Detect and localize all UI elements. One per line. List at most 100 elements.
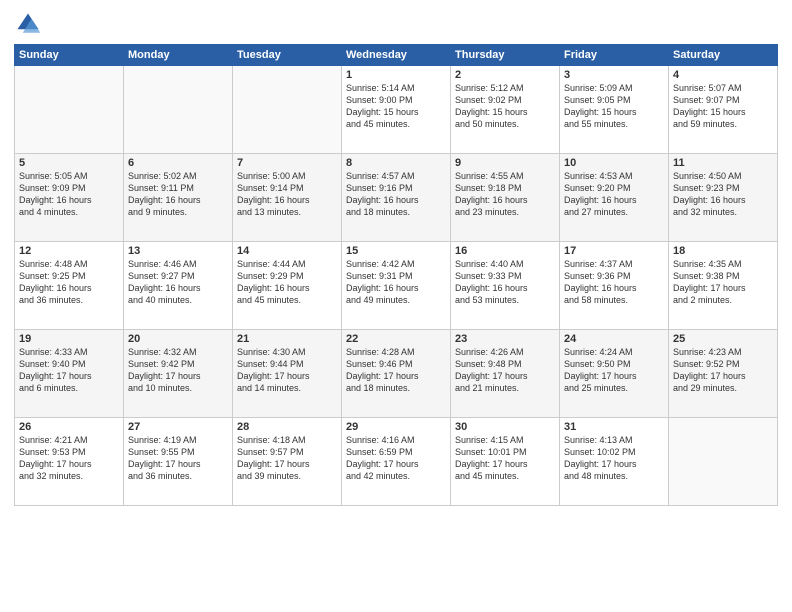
day-number: 14 [237, 245, 337, 257]
day-number: 21 [237, 333, 337, 345]
weekday-sunday: Sunday [15, 45, 124, 66]
logo-icon [14, 10, 42, 38]
day-info: Sunrise: 4:16 AM Sunset: 6:59 PM Dayligh… [346, 434, 446, 483]
weekday-monday: Monday [124, 45, 233, 66]
day-info: Sunrise: 4:42 AM Sunset: 9:31 PM Dayligh… [346, 258, 446, 307]
day-cell-21: 21Sunrise: 4:30 AM Sunset: 9:44 PM Dayli… [233, 330, 342, 418]
day-number: 23 [455, 333, 555, 345]
weekday-saturday: Saturday [669, 45, 778, 66]
day-info: Sunrise: 4:26 AM Sunset: 9:48 PM Dayligh… [455, 346, 555, 395]
day-number: 15 [346, 245, 446, 257]
calendar-page: SundayMondayTuesdayWednesdayThursdayFrid… [0, 0, 792, 612]
day-number: 20 [128, 333, 228, 345]
day-info: Sunrise: 4:24 AM Sunset: 9:50 PM Dayligh… [564, 346, 664, 395]
day-info: Sunrise: 4:57 AM Sunset: 9:16 PM Dayligh… [346, 170, 446, 219]
empty-cell [124, 66, 233, 154]
day-info: Sunrise: 4:28 AM Sunset: 9:46 PM Dayligh… [346, 346, 446, 395]
logo [14, 10, 46, 38]
day-number: 3 [564, 69, 664, 81]
day-info: Sunrise: 5:07 AM Sunset: 9:07 PM Dayligh… [673, 82, 773, 131]
week-row-1: 1Sunrise: 5:14 AM Sunset: 9:00 PM Daylig… [15, 66, 778, 154]
day-cell-15: 15Sunrise: 4:42 AM Sunset: 9:31 PM Dayli… [342, 242, 451, 330]
day-cell-3: 3Sunrise: 5:09 AM Sunset: 9:05 PM Daylig… [560, 66, 669, 154]
day-info: Sunrise: 4:30 AM Sunset: 9:44 PM Dayligh… [237, 346, 337, 395]
week-row-2: 5Sunrise: 5:05 AM Sunset: 9:09 PM Daylig… [15, 154, 778, 242]
day-cell-4: 4Sunrise: 5:07 AM Sunset: 9:07 PM Daylig… [669, 66, 778, 154]
weekday-friday: Friday [560, 45, 669, 66]
day-info: Sunrise: 5:14 AM Sunset: 9:00 PM Dayligh… [346, 82, 446, 131]
day-number: 17 [564, 245, 664, 257]
day-number: 11 [673, 157, 773, 169]
weekday-header-row: SundayMondayTuesdayWednesdayThursdayFrid… [15, 45, 778, 66]
day-cell-27: 27Sunrise: 4:19 AM Sunset: 9:55 PM Dayli… [124, 418, 233, 506]
weekday-tuesday: Tuesday [233, 45, 342, 66]
day-info: Sunrise: 4:15 AM Sunset: 10:01 PM Daylig… [455, 434, 555, 483]
day-number: 4 [673, 69, 773, 81]
day-info: Sunrise: 5:12 AM Sunset: 9:02 PM Dayligh… [455, 82, 555, 131]
week-row-4: 19Sunrise: 4:33 AM Sunset: 9:40 PM Dayli… [15, 330, 778, 418]
day-cell-22: 22Sunrise: 4:28 AM Sunset: 9:46 PM Dayli… [342, 330, 451, 418]
day-info: Sunrise: 4:44 AM Sunset: 9:29 PM Dayligh… [237, 258, 337, 307]
day-cell-12: 12Sunrise: 4:48 AM Sunset: 9:25 PM Dayli… [15, 242, 124, 330]
day-number: 10 [564, 157, 664, 169]
day-cell-2: 2Sunrise: 5:12 AM Sunset: 9:02 PM Daylig… [451, 66, 560, 154]
day-number: 16 [455, 245, 555, 257]
day-number: 7 [237, 157, 337, 169]
day-info: Sunrise: 4:13 AM Sunset: 10:02 PM Daylig… [564, 434, 664, 483]
empty-cell [15, 66, 124, 154]
day-number: 29 [346, 421, 446, 433]
day-cell-10: 10Sunrise: 4:53 AM Sunset: 9:20 PM Dayli… [560, 154, 669, 242]
day-info: Sunrise: 5:00 AM Sunset: 9:14 PM Dayligh… [237, 170, 337, 219]
day-cell-19: 19Sunrise: 4:33 AM Sunset: 9:40 PM Dayli… [15, 330, 124, 418]
day-info: Sunrise: 4:50 AM Sunset: 9:23 PM Dayligh… [673, 170, 773, 219]
day-number: 30 [455, 421, 555, 433]
day-info: Sunrise: 4:46 AM Sunset: 9:27 PM Dayligh… [128, 258, 228, 307]
day-cell-7: 7Sunrise: 5:00 AM Sunset: 9:14 PM Daylig… [233, 154, 342, 242]
day-cell-23: 23Sunrise: 4:26 AM Sunset: 9:48 PM Dayli… [451, 330, 560, 418]
day-number: 19 [19, 333, 119, 345]
day-cell-5: 5Sunrise: 5:05 AM Sunset: 9:09 PM Daylig… [15, 154, 124, 242]
day-cell-13: 13Sunrise: 4:46 AM Sunset: 9:27 PM Dayli… [124, 242, 233, 330]
day-cell-28: 28Sunrise: 4:18 AM Sunset: 9:57 PM Dayli… [233, 418, 342, 506]
weekday-wednesday: Wednesday [342, 45, 451, 66]
weekday-thursday: Thursday [451, 45, 560, 66]
day-info: Sunrise: 5:02 AM Sunset: 9:11 PM Dayligh… [128, 170, 228, 219]
day-info: Sunrise: 4:48 AM Sunset: 9:25 PM Dayligh… [19, 258, 119, 307]
day-info: Sunrise: 4:33 AM Sunset: 9:40 PM Dayligh… [19, 346, 119, 395]
day-cell-16: 16Sunrise: 4:40 AM Sunset: 9:33 PM Dayli… [451, 242, 560, 330]
day-number: 2 [455, 69, 555, 81]
day-info: Sunrise: 4:23 AM Sunset: 9:52 PM Dayligh… [673, 346, 773, 395]
day-info: Sunrise: 4:37 AM Sunset: 9:36 PM Dayligh… [564, 258, 664, 307]
day-number: 24 [564, 333, 664, 345]
day-cell-14: 14Sunrise: 4:44 AM Sunset: 9:29 PM Dayli… [233, 242, 342, 330]
empty-cell [233, 66, 342, 154]
day-number: 18 [673, 245, 773, 257]
day-number: 28 [237, 421, 337, 433]
day-number: 5 [19, 157, 119, 169]
day-cell-31: 31Sunrise: 4:13 AM Sunset: 10:02 PM Dayl… [560, 418, 669, 506]
day-cell-8: 8Sunrise: 4:57 AM Sunset: 9:16 PM Daylig… [342, 154, 451, 242]
day-number: 13 [128, 245, 228, 257]
day-cell-24: 24Sunrise: 4:24 AM Sunset: 9:50 PM Dayli… [560, 330, 669, 418]
day-number: 25 [673, 333, 773, 345]
day-cell-17: 17Sunrise: 4:37 AM Sunset: 9:36 PM Dayli… [560, 242, 669, 330]
day-cell-29: 29Sunrise: 4:16 AM Sunset: 6:59 PM Dayli… [342, 418, 451, 506]
day-number: 27 [128, 421, 228, 433]
day-info: Sunrise: 4:53 AM Sunset: 9:20 PM Dayligh… [564, 170, 664, 219]
day-number: 26 [19, 421, 119, 433]
day-info: Sunrise: 4:32 AM Sunset: 9:42 PM Dayligh… [128, 346, 228, 395]
day-cell-20: 20Sunrise: 4:32 AM Sunset: 9:42 PM Dayli… [124, 330, 233, 418]
day-number: 6 [128, 157, 228, 169]
day-info: Sunrise: 4:19 AM Sunset: 9:55 PM Dayligh… [128, 434, 228, 483]
day-number: 8 [346, 157, 446, 169]
day-number: 9 [455, 157, 555, 169]
day-cell-9: 9Sunrise: 4:55 AM Sunset: 9:18 PM Daylig… [451, 154, 560, 242]
week-row-3: 12Sunrise: 4:48 AM Sunset: 9:25 PM Dayli… [15, 242, 778, 330]
day-info: Sunrise: 4:18 AM Sunset: 9:57 PM Dayligh… [237, 434, 337, 483]
day-cell-30: 30Sunrise: 4:15 AM Sunset: 10:01 PM Dayl… [451, 418, 560, 506]
day-cell-26: 26Sunrise: 4:21 AM Sunset: 9:53 PM Dayli… [15, 418, 124, 506]
day-cell-11: 11Sunrise: 4:50 AM Sunset: 9:23 PM Dayli… [669, 154, 778, 242]
day-info: Sunrise: 5:05 AM Sunset: 9:09 PM Dayligh… [19, 170, 119, 219]
day-number: 31 [564, 421, 664, 433]
day-info: Sunrise: 4:21 AM Sunset: 9:53 PM Dayligh… [19, 434, 119, 483]
